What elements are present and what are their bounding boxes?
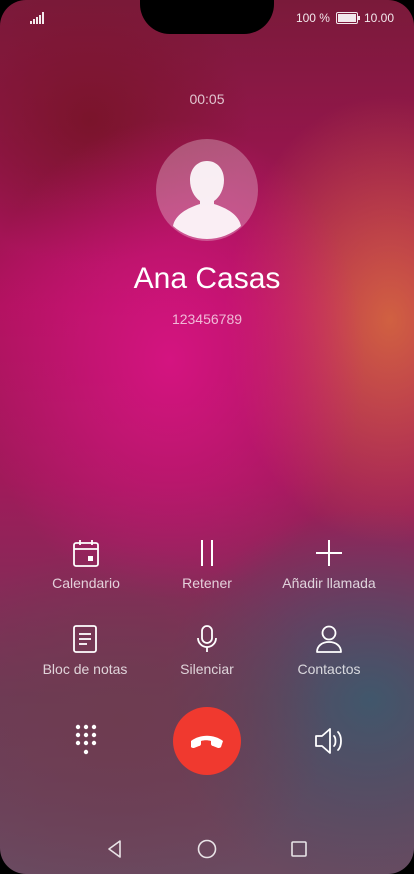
mute-button[interactable]: Silenciar [142,623,272,677]
microphone-icon [197,625,217,652]
home-button[interactable] [190,832,224,866]
pause-icon [201,540,213,566]
contact-avatar [156,139,258,241]
end-call-button[interactable] [173,707,241,775]
battery-percent: 100 % [295,11,330,25]
calendar-button[interactable]: Calendario [21,537,151,591]
navigation-bar [0,832,414,866]
back-triangle-icon [108,840,121,858]
plus-icon [316,540,342,566]
back-button[interactable] [98,832,132,866]
incall-screen: 100 % 10.00 00:05 Ana Casas 123456789 Ca… [0,0,414,874]
calendar-icon [73,540,99,567]
contact-number: 123456789 [171,311,243,327]
recents-button[interactable] [282,832,316,866]
add-call-label: Añadir llamada [282,575,376,591]
calendar-label: Calendario [52,575,120,591]
hold-label: Retener [182,575,232,591]
clock: 10.00 [363,11,394,25]
status-bar-right: 100 % 10.00 [296,11,394,25]
mute-label: Silenciar [180,661,234,677]
hang-up-icon [191,735,223,748]
camera-notch [140,0,274,34]
hold-button[interactable]: Retener [142,537,272,591]
signal-icon [30,12,44,24]
add-call-button[interactable]: Añadir llamada [264,537,394,591]
contacts-button[interactable]: Contactos [264,623,394,677]
home-circle-icon [197,839,217,859]
speaker-button[interactable] [312,724,346,758]
recents-square-icon [291,841,307,857]
contact-name: Ana Casas [133,262,281,295]
contacts-label: Contactos [297,661,361,677]
battery-icon [335,12,360,24]
notepad-icon [73,625,97,653]
person-icon [173,161,241,239]
dialpad-button[interactable] [70,722,102,758]
person-outline-icon [316,625,342,653]
call-duration: 00:05 [189,91,225,107]
notes-label: Bloc de notas [42,661,128,677]
speaker-icon [315,728,342,754]
notes-button[interactable]: Bloc de notas [20,623,150,677]
dialpad-icon [75,724,97,755]
